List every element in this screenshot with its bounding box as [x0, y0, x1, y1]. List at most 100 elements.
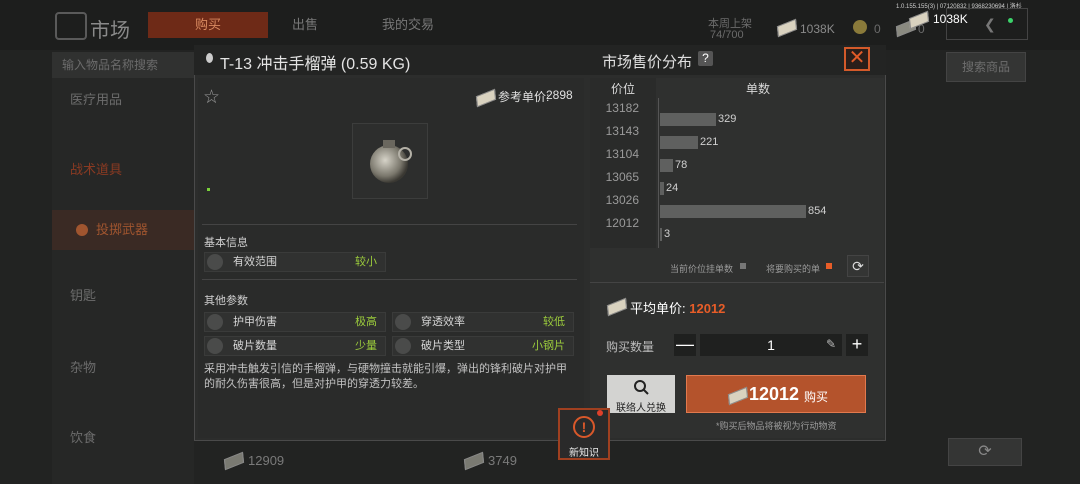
purchase-note: *购买后物品将被视为行动物资 [716, 421, 837, 431]
legend-buy: 将要购买的单 [766, 264, 821, 274]
legend-current: 当前价位挂单数 [670, 264, 734, 274]
new-knowledge-label: 新知识 [569, 448, 599, 459]
quantity-minus-button[interactable]: — [674, 334, 696, 356]
count-column-header: 单数 [746, 82, 771, 96]
chart-bar [660, 159, 673, 172]
category-throwables[interactable]: 投掷武器 [52, 210, 194, 250]
price-tick-label: 13182 [605, 101, 639, 115]
avg-price: 平均单价: 12012 [630, 298, 725, 317]
chart-bar-value: 3 [664, 228, 671, 240]
category-misc[interactable]: 杂物 [52, 348, 194, 388]
buy-label: 购买 [804, 390, 829, 404]
price-column-header: 价位 [611, 82, 636, 96]
money-icon [463, 451, 485, 471]
price-tick-label: 12012 [605, 216, 639, 230]
listing-price: 3749 [488, 453, 517, 468]
chart-bar [660, 113, 716, 126]
stat-value: 极高 [355, 316, 377, 328]
chart-bar [660, 228, 662, 241]
coin-count: 0 [874, 22, 881, 36]
avg-price-label: 平均单价: [630, 301, 686, 316]
item-description: 采用冲击触发引信的手榴弹，与硬物撞击就能引爆，弹出的锋利破片对护甲的耐久伤害很高… [204, 363, 567, 390]
chart-bar [660, 182, 664, 195]
listing-price: 12909 [248, 453, 285, 468]
money-amount: 1038K [800, 22, 835, 36]
category-keys[interactable]: 钥匙 [52, 276, 194, 316]
tab-buy[interactable]: 购买 [148, 12, 268, 38]
listing-value: 74/700 [710, 29, 744, 41]
stat-name: 有效范围 [233, 256, 277, 268]
price-distribution-chart: 13182 13143 13104 13065 13026 12012 329 221 78 24… [590, 98, 884, 248]
page-title: 市场 [90, 20, 130, 42]
stat-row: 护甲伤害 极高 [204, 312, 386, 332]
stat-name: 破片数量 [233, 340, 277, 352]
chart-bar-value: 78 [675, 159, 688, 171]
legend-buy-swatch [826, 263, 832, 269]
alert-icon: ! [573, 416, 595, 438]
notification-dot [597, 410, 603, 416]
new-knowledge-button[interactable]: ! 新知识 [558, 408, 610, 460]
fragment-count-icon [207, 338, 223, 354]
stat-value: 少量 [355, 340, 377, 352]
tab-my-trades[interactable]: 我的交易 [370, 12, 446, 38]
divider [202, 279, 577, 280]
stat-value: 较低 [543, 316, 565, 328]
basic-info-label: 基本信息 [204, 237, 248, 249]
search-goods-button[interactable]: 搜索商品 [946, 52, 1026, 82]
chart-bar-value: 221 [700, 136, 719, 148]
refresh-listing-button[interactable]: ⟳ [948, 438, 1022, 466]
buy-button[interactable]: 12012 购买 [686, 375, 866, 413]
other-params-label: 其他参数 [204, 295, 248, 307]
chart-bar [660, 136, 698, 149]
penetration-icon [395, 314, 411, 330]
stat-name: 穿透效率 [421, 316, 465, 328]
stat-name: 护甲伤害 [233, 316, 277, 328]
help-icon[interactable]: ? [698, 51, 713, 66]
refresh-chart-button[interactable]: ⟳ [847, 255, 869, 277]
quantity-label: 购买数量 [606, 340, 655, 354]
chevron-left-icon[interactable]: ❮ [984, 16, 996, 33]
category-tactical[interactable]: 战术道具 [52, 150, 194, 190]
stat-row: 穿透效率 较低 [392, 312, 574, 332]
search-icon [634, 380, 649, 395]
chart-bar [660, 205, 806, 218]
quantity-field[interactable]: 1 [700, 334, 842, 356]
fragment-type-icon [395, 338, 411, 354]
stat-range-row: 有效范围 较小 [204, 252, 386, 272]
avg-price-value: 12012 [689, 301, 726, 316]
ref-price-label: 参考单价: [498, 90, 550, 104]
stat-name: 破片类型 [421, 340, 465, 352]
chart-bar-value: 854 [808, 205, 827, 217]
stat-value: 小钢片 [532, 340, 565, 352]
category-medical[interactable]: 医疗用品 [52, 80, 194, 120]
price-tick-label: 13143 [605, 124, 639, 138]
armor-damage-icon [207, 314, 223, 330]
edit-pencil-icon[interactable]: ✎ [826, 337, 836, 351]
item-image-frame [352, 123, 428, 199]
category-food[interactable]: 饮食 [52, 418, 194, 458]
money-icon [223, 451, 245, 471]
coin-icon [853, 20, 867, 34]
divider [590, 282, 884, 283]
grenade-small-icon [206, 53, 213, 63]
stat-row: 破片类型 小钢片 [392, 336, 574, 356]
favorite-star-icon[interactable]: ☆ [203, 86, 220, 109]
contact-exchange-label: 联络人兑换 [616, 403, 666, 414]
stat-row: 破片数量 少量 [204, 336, 386, 356]
buy-price: 12012 [749, 384, 800, 404]
price-tick-label: 13104 [605, 147, 639, 161]
grenade-category-icon [76, 224, 88, 236]
tab-sell[interactable]: 出售 [270, 12, 340, 38]
legend-current-swatch [740, 263, 746, 269]
item-search-input[interactable]: 输入物品名称搜索 [52, 52, 194, 78]
contact-exchange-button[interactable]: 联络人兑换 [607, 375, 675, 414]
stat-value: 较小 [355, 256, 377, 268]
distribution-title: 市场售价分布 [602, 54, 693, 71]
ref-price-value: 2898 [546, 88, 573, 102]
chart-bar-value: 329 [718, 113, 737, 125]
close-button[interactable]: ✕ [844, 47, 870, 71]
money-icon [727, 386, 749, 406]
item-title: T-13 冲击手榴弹 (0.59 KG) [220, 56, 411, 73]
quantity-plus-button[interactable]: + [846, 334, 868, 356]
chart-bar-value: 24 [666, 182, 679, 194]
